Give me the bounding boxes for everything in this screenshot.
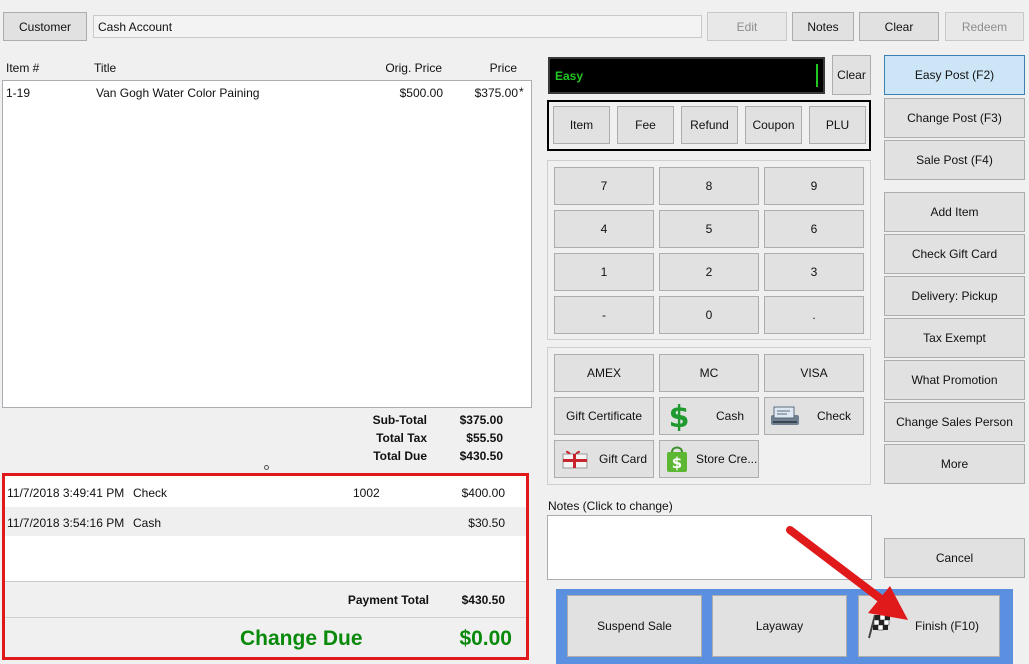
keypad-panel: 7 8 9 4 5 6 1 2 3 - 0 . — [547, 160, 871, 340]
tender-cash-button[interactable]: $ Cash — [659, 397, 759, 435]
dollar-sign-icon: $ — [666, 401, 692, 431]
customer-field-value: Cash Account — [98, 20, 173, 34]
tender-panel: AMEX MC VISA Gift Certificate $ Cash Che… — [547, 347, 871, 485]
key-6[interactable]: 6 — [764, 210, 864, 248]
tax-exempt-button[interactable]: Tax Exempt — [884, 318, 1025, 358]
type-fee-button[interactable]: Fee — [617, 106, 674, 144]
check-gift-card-button[interactable]: Check Gift Card — [884, 234, 1025, 274]
payment-ref: 1002 — [353, 486, 380, 500]
cell-title: Van Gogh Water Color Paining — [96, 86, 260, 100]
entry-cursor — [816, 64, 818, 87]
entry-type-group: Item Fee Refund Coupon PLU — [547, 100, 871, 151]
key-1[interactable]: 1 — [554, 253, 654, 291]
key-9[interactable]: 9 — [764, 167, 864, 205]
gift-card-icon — [561, 448, 589, 470]
finish-label: Finish (F10) — [915, 619, 980, 633]
change-post-button[interactable]: Change Post (F3) — [884, 98, 1025, 138]
change-sales-person-button[interactable]: Change Sales Person — [884, 402, 1025, 442]
tender-check-label: Check — [817, 409, 852, 423]
type-coupon-button[interactable]: Coupon — [745, 106, 802, 144]
entry-clear-button[interactable]: Clear — [832, 55, 871, 95]
redeem-button[interactable]: Redeem — [945, 12, 1024, 41]
key-0[interactable]: 0 — [659, 296, 759, 334]
total-tax-value: $55.50 — [466, 431, 503, 445]
entry-display[interactable]: Easy — [548, 57, 825, 94]
payment-row[interactable]: 11/7/2018 3:49:41 PM Check 1002 $400.00 — [5, 479, 526, 504]
cell-price: $375.00 — [474, 86, 518, 100]
key-decimal[interactable]: . — [764, 296, 864, 334]
customer-button[interactable]: Customer — [3, 12, 87, 41]
tender-amex-button[interactable]: AMEX — [554, 354, 654, 392]
total-due-label: Total Due — [373, 449, 427, 463]
cell-item: 1-19 — [6, 86, 31, 100]
edit-button[interactable]: Edit — [707, 12, 787, 41]
tender-check-button[interactable]: Check — [764, 397, 864, 435]
suspend-sale-button[interactable]: Suspend Sale — [567, 595, 702, 657]
table-row[interactable]: 1-19 Van Gogh Water Color Paining $500.0… — [3, 81, 531, 103]
cell-orig-price: $500.00 — [399, 86, 443, 100]
annotation-arrow — [786, 526, 908, 620]
mouse-cursor-mark — [264, 465, 269, 470]
notes-label: Notes (Click to change) — [548, 499, 673, 513]
payment-datetime: 11/7/2018 3:54:16 PM — [7, 516, 125, 530]
type-plu-button[interactable]: PLU — [809, 106, 866, 144]
tender-store-credit-button[interactable]: $ Store Cre... — [659, 440, 759, 478]
payment-amount: $400.00 — [461, 486, 505, 500]
change-due-label: Change Due — [240, 627, 363, 650]
col-header-orig-price: Orig. Price — [385, 61, 442, 75]
tender-gift-card-button[interactable]: Gift Card — [554, 440, 654, 478]
tender-visa-button[interactable]: VISA — [764, 354, 864, 392]
tender-mc-button[interactable]: MC — [659, 354, 759, 392]
key-2[interactable]: 2 — [659, 253, 759, 291]
type-item-button[interactable]: Item — [553, 106, 610, 144]
more-button[interactable]: More — [884, 444, 1025, 484]
col-header-title: Title — [94, 61, 117, 75]
payment-total-value: $430.50 — [461, 593, 505, 607]
key-3[interactable]: 3 — [764, 253, 864, 291]
tender-store-credit-label: Store Cre... — [696, 452, 758, 466]
svg-text:$: $ — [672, 454, 682, 472]
payment-datetime: 11/7/2018 3:49:41 PM — [7, 486, 125, 500]
tender-gift-certificate-button[interactable]: Gift Certificate — [554, 397, 654, 435]
payment-method: Check — [133, 486, 168, 500]
payment-row[interactable]: 11/7/2018 3:54:16 PM Cash $30.50 — [5, 507, 526, 536]
tender-gift-card-label: Gift Card — [599, 452, 648, 466]
notes-button[interactable]: Notes — [792, 12, 854, 41]
clear-sale-button[interactable]: Clear — [859, 12, 939, 41]
key-4[interactable]: 4 — [554, 210, 654, 248]
customer-field[interactable]: Cash Account — [93, 15, 702, 38]
subtotal-value: $375.00 — [459, 413, 503, 427]
price-override-flag: * — [519, 85, 524, 99]
payments-list[interactable]: 11/7/2018 3:49:41 PM Check 1002 $400.00 … — [5, 476, 526, 582]
subtotal-label: Sub-Total — [372, 413, 427, 427]
what-promotion-button[interactable]: What Promotion — [884, 360, 1025, 400]
col-header-item: Item # — [6, 61, 40, 75]
entry-mode-text: Easy — [555, 69, 584, 83]
payments-panel: 11/7/2018 3:49:41 PM Check 1002 $400.00 … — [2, 473, 529, 660]
payment-total-label: Payment Total — [347, 593, 429, 607]
col-header-price: Price — [489, 61, 517, 75]
tender-cash-label: Cash — [716, 409, 745, 423]
easy-post-button[interactable]: Easy Post (F2) — [884, 55, 1025, 95]
sale-post-button[interactable]: Sale Post (F4) — [884, 140, 1025, 180]
payment-amount: $30.50 — [468, 516, 505, 530]
divider — [5, 617, 526, 618]
check-printer-icon — [769, 403, 801, 429]
delivery-pickup-button[interactable]: Delivery: Pickup — [884, 276, 1025, 316]
payment-method: Cash — [133, 516, 162, 530]
total-tax-label: Total Tax — [376, 431, 427, 445]
key-7[interactable]: 7 — [554, 167, 654, 205]
key-minus[interactable]: - — [554, 296, 654, 334]
add-item-button[interactable]: Add Item — [884, 192, 1025, 232]
type-refund-button[interactable]: Refund — [681, 106, 738, 144]
shopping-bag-icon: $ — [664, 444, 690, 474]
key-5[interactable]: 5 — [659, 210, 759, 248]
items-table-header: Item # Title Orig. Price Price — [2, 57, 532, 79]
items-table[interactable]: 1-19 Van Gogh Water Color Paining $500.0… — [2, 80, 532, 408]
key-8[interactable]: 8 — [659, 167, 759, 205]
change-due-value: $0.00 — [459, 627, 512, 650]
total-due-value: $430.50 — [459, 449, 503, 463]
svg-text:$: $ — [669, 401, 690, 431]
